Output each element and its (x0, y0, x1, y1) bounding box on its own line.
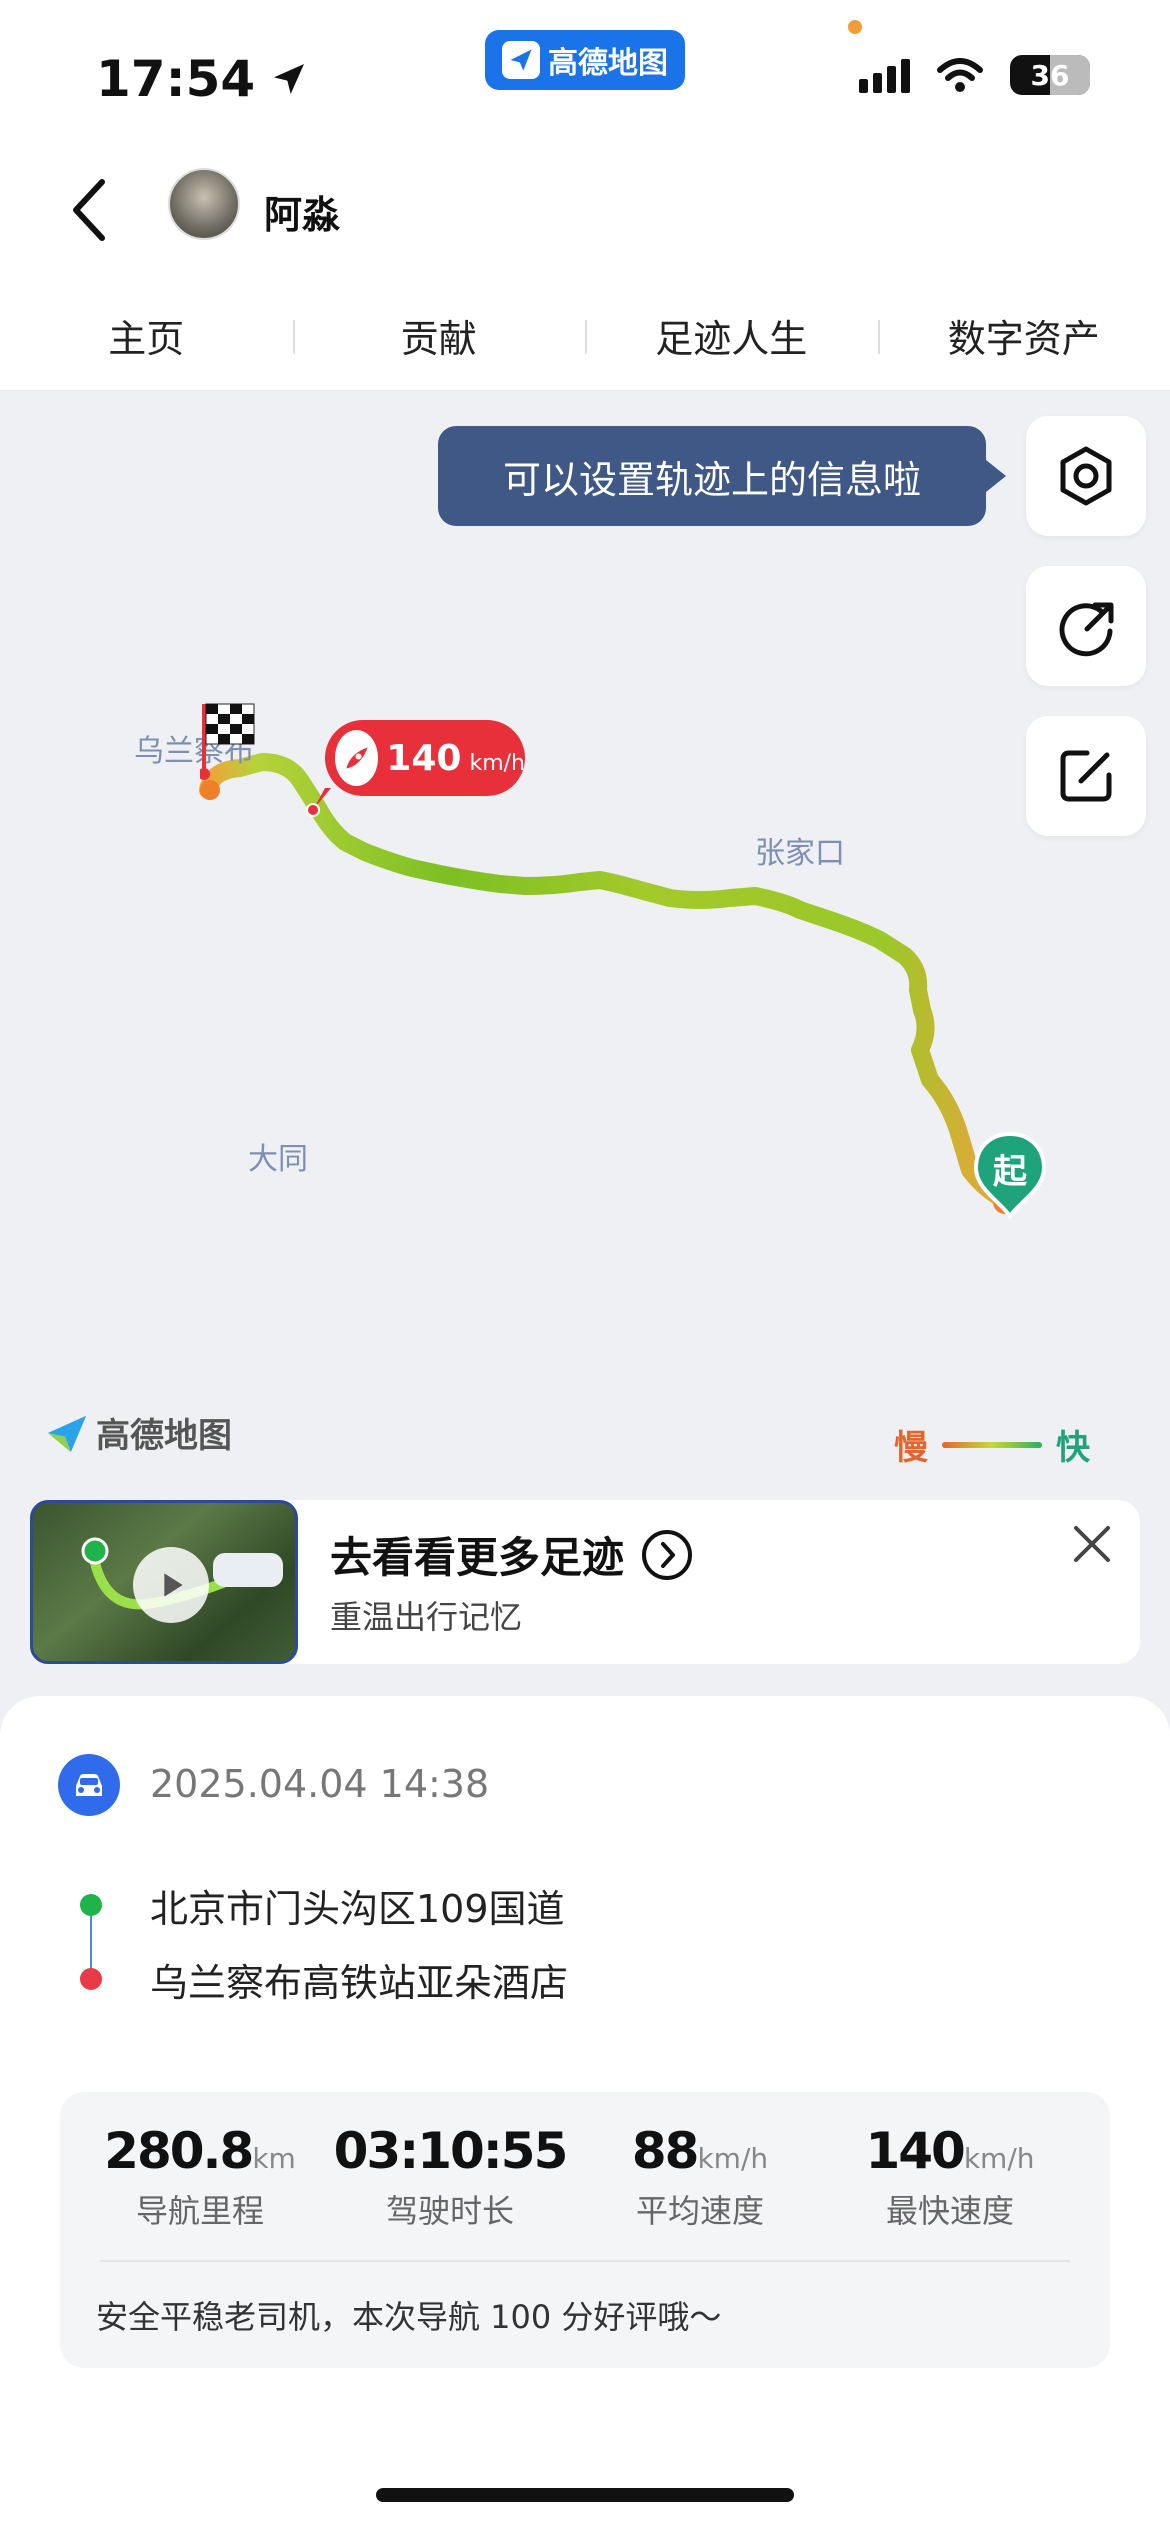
legend-slow-label: 慢 (894, 1428, 928, 1468)
driving-comment: 安全平稳老司机，本次导航 100 分好评哦～ (96, 2298, 722, 2336)
promo-title[interactable]: 去看看更多足迹 (330, 1524, 694, 1585)
car-icon (58, 1754, 120, 1816)
location-arrow-icon (274, 64, 305, 94)
legend-gradient-bar (942, 1441, 1042, 1448)
chevron-right-circle-icon (642, 1529, 693, 1580)
avatar[interactable] (168, 168, 240, 240)
stat-avg-speed-value: 88 (631, 2122, 700, 2180)
stat-distance-unit: km (252, 2142, 296, 2175)
stat-avg-speed-unit: km/h (697, 2142, 769, 2175)
rocket-icon (335, 730, 379, 786)
edit-icon (1060, 750, 1112, 802)
stat-max-speed: 140km/h 最快速度 (830, 2122, 1070, 2232)
more-footprints-card[interactable]: 去看看更多足迹 重温出行记忆 (30, 1500, 1140, 1664)
back-icon[interactable] (60, 170, 120, 250)
status-bar: 17:54 高德地图 36 (0, 0, 1170, 140)
origin-dot (80, 1894, 102, 1916)
wifi-icon (937, 58, 983, 92)
map-logo-text: 高德地图 (96, 1416, 232, 1456)
route-connector (90, 1906, 92, 1976)
share-track-button[interactable] (1026, 566, 1146, 686)
stat-duration-value: 03:10:55 (333, 2122, 569, 2180)
app-pill-label: 高德地图 (548, 46, 668, 81)
status-icons: 36 (859, 55, 1090, 95)
stat-distance-label: 导航里程 (135, 2192, 264, 2230)
track-settings-button[interactable] (1026, 416, 1146, 536)
city-label-datong: 大同 (248, 1142, 308, 1177)
city-label-zhangjiakou: 张家口 (755, 836, 845, 871)
stat-avg-speed-label: 平均速度 (635, 2192, 764, 2230)
tab-contributions[interactable]: 贡献 (292, 280, 586, 390)
tab-home[interactable]: 主页 (0, 280, 293, 390)
stat-duration: 03:10:55 驾驶时长 (330, 2122, 570, 2232)
stat-distance: 280.8km 导航里程 (80, 2122, 320, 2232)
close-icon[interactable] (1066, 1518, 1118, 1570)
stat-max-speed-unit: km/h (963, 2142, 1035, 2175)
start-pin-icon: 起 (972, 1130, 1048, 1220)
stat-duration-label: 驾驶时长 (385, 2192, 514, 2230)
finish-flag-icon (200, 703, 255, 780)
max-speed-unit: km/h (469, 750, 525, 776)
share-icon (1059, 602, 1114, 657)
legend-fast-label: 快 (1056, 1428, 1090, 1468)
origin-address: 北京市门头沟区109国道 (150, 1887, 565, 1931)
amap-logo-icon (502, 41, 540, 79)
destination-address: 乌兰察布高铁站亚朵酒店 (150, 1961, 569, 2005)
stats-divider (100, 2260, 1070, 2262)
max-speed-badge[interactable]: 140 km/h (325, 720, 525, 796)
tab-digital-assets[interactable]: 数字资产 (877, 280, 1170, 390)
destination-dot (80, 1968, 102, 1990)
promo-subtitle: 重温出行记忆 (330, 1598, 523, 1636)
profile-header: 阿淼 (0, 140, 1170, 280)
home-indicator[interactable] (376, 2488, 794, 2502)
start-pin-label: 起 (993, 1152, 1027, 1192)
status-time: 17:54 (96, 50, 309, 108)
cellular-signal-icon (859, 57, 910, 93)
profile-tabs: 主页 贡献 足迹人生 数字资产 (0, 280, 1170, 390)
amap-logo-icon (47, 1415, 87, 1452)
speed-legend: 慢 快 (894, 1420, 1090, 1469)
back-to-app-pill[interactable]: 高德地图 (485, 30, 685, 90)
status-time-text: 17:54 (96, 50, 256, 108)
stat-max-speed-value: 140 (865, 2122, 965, 2180)
settings-tooltip: 可以设置轨迹上的信息啦 (438, 426, 1006, 526)
stat-avg-speed: 88km/h 平均速度 (580, 2122, 820, 2232)
promo-title-text: 去看看更多足迹 (330, 1533, 625, 1582)
edit-track-button[interactable] (1026, 716, 1146, 836)
privacy-indicator-dot (848, 20, 862, 34)
speed-badge-pointer (306, 788, 331, 817)
user-name[interactable]: 阿淼 (264, 184, 340, 239)
settings-icon (1060, 446, 1112, 506)
trip-detail-sheet: 2025.04.04 14:38 北京市门头沟区109国道 乌兰察布高铁站亚朵酒… (0, 1696, 1170, 2532)
trip-stats-panel: 280.8km 导航里程 03:10:55 驾驶时长 88km/h 平均速度 1… (60, 2092, 1110, 2368)
tab-footprints[interactable]: 足迹人生 (585, 280, 878, 390)
map-logo: 高德地图 (44, 1408, 232, 1457)
play-icon[interactable] (133, 1547, 209, 1623)
stat-max-speed-label: 最快速度 (885, 2192, 1014, 2230)
max-speed-value: 140 (386, 737, 462, 779)
stat-distance-value: 280.8 (104, 2122, 254, 2180)
trip-datetime: 2025.04.04 14:38 (150, 1762, 490, 1806)
promo-thumbnail[interactable] (30, 1500, 298, 1664)
battery-level: 36 (1030, 58, 1070, 92)
battery-icon: 36 (1010, 55, 1090, 95)
